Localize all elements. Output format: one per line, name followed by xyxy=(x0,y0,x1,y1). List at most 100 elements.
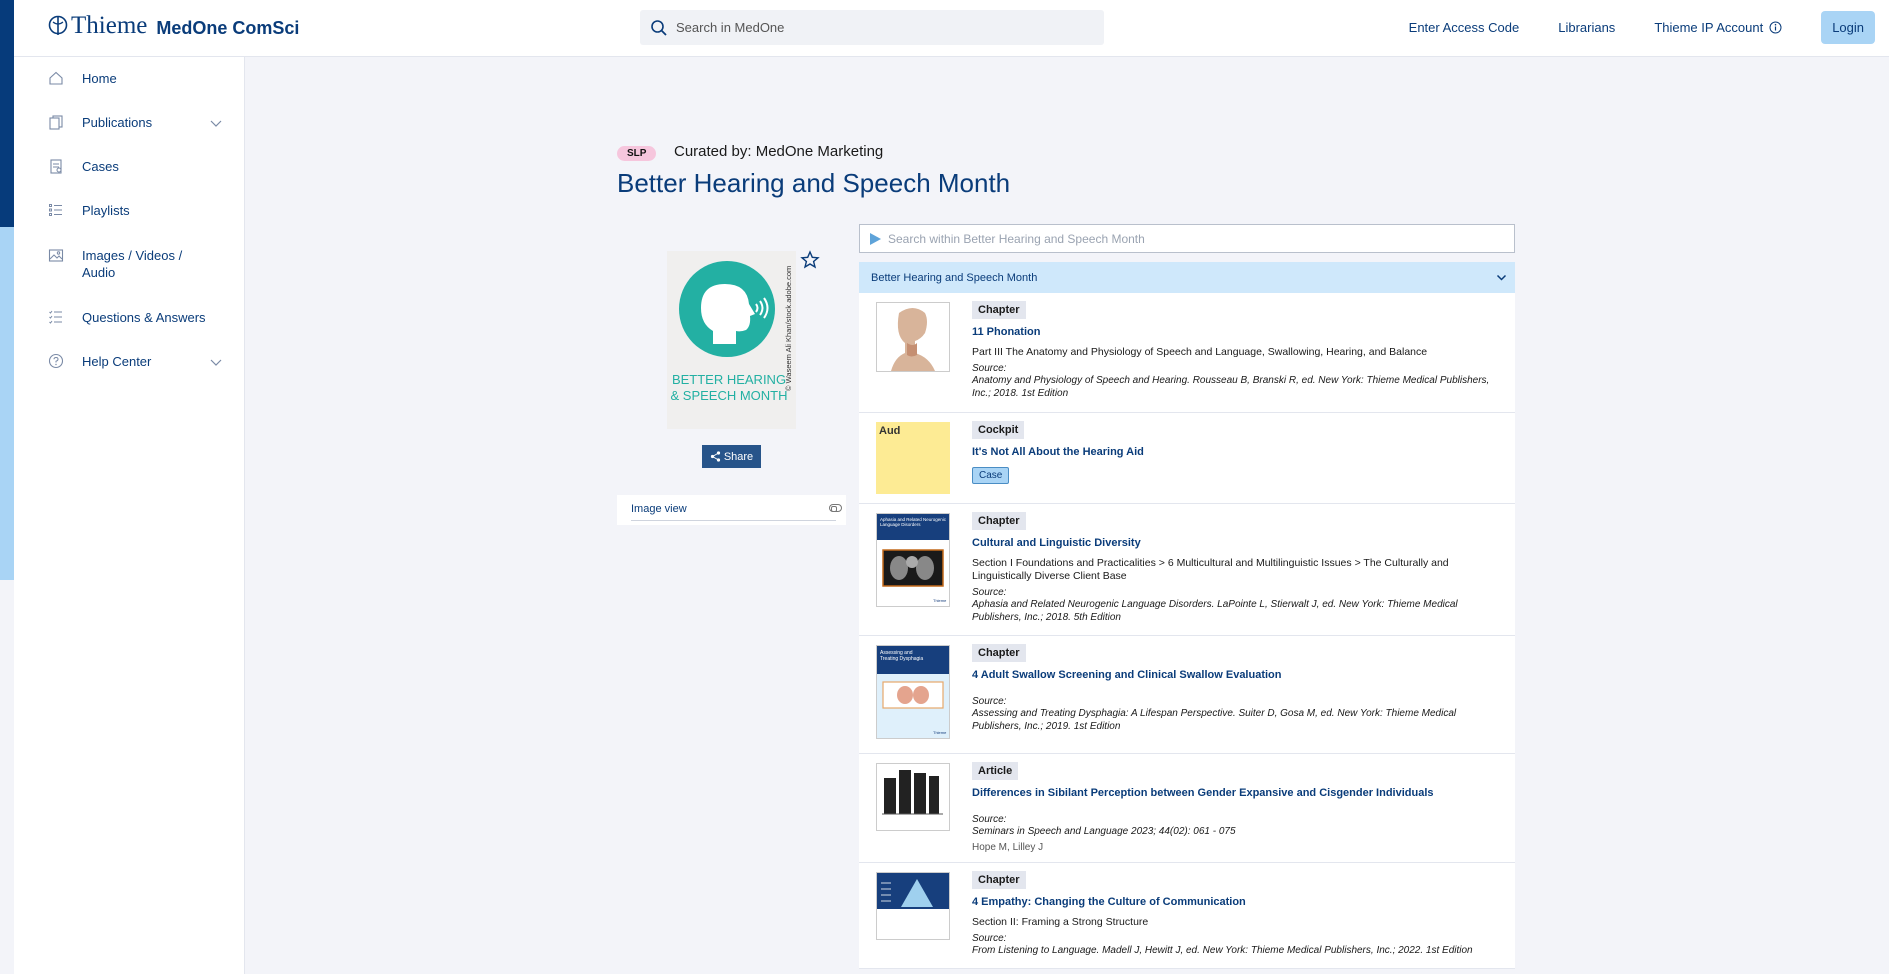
search-input[interactable] xyxy=(676,20,1076,35)
result-path: Section I Foundations and Practicalities… xyxy=(972,557,1449,582)
list-item[interactable]: Chapter 4 Empathy: Changing the Culture … xyxy=(859,863,1515,969)
global-search[interactable] xyxy=(640,10,1104,45)
result-title-link[interactable]: It's Not All About the Hearing Aid xyxy=(972,445,1501,459)
play-search-icon xyxy=(870,232,881,245)
topic-tag: SLP xyxy=(617,146,657,161)
list-item[interactable]: Aphasia and Related Neurogenic Language … xyxy=(859,504,1515,636)
result-title-link[interactable]: 4 Empathy: Changing the Culture of Commu… xyxy=(972,895,1501,909)
result-authors: Hope M, Lilley J xyxy=(972,842,1044,853)
ip-account-label: Thieme IP Account xyxy=(1654,20,1764,35)
sidebar-item-label: Help Center xyxy=(82,354,152,369)
logo-product: MedOne ComSci xyxy=(156,18,300,38)
result-source: Aphasia and Related Neurogenic Language … xyxy=(972,599,1458,623)
image-view-toggle[interactable]: Image view xyxy=(617,495,846,525)
result-thumbnail[interactable] xyxy=(876,763,950,831)
sidebar-item-label: Cases xyxy=(82,159,119,174)
share-icon xyxy=(710,451,720,462)
logo-brand: Thieme xyxy=(71,12,148,39)
svg-text:Language Disorders: Language Disorders xyxy=(880,522,921,527)
sidebar-item-label: Home xyxy=(82,71,117,86)
source-label: Source: xyxy=(972,363,1007,374)
search-icon xyxy=(651,19,667,36)
pyramid-figure-image xyxy=(877,873,949,939)
source-label: Source: xyxy=(972,933,1007,944)
chevron-down-icon[interactable] xyxy=(1496,272,1507,283)
logo[interactable]: Thieme MedOne ComSci xyxy=(48,12,299,40)
result-path: Part III The Anatomy and Physiology of S… xyxy=(972,346,1428,358)
media-icon xyxy=(48,249,64,262)
page-title: Better Hearing and Speech Month xyxy=(617,168,1011,198)
result-title-link[interactable]: 11 Phonation xyxy=(972,325,1501,339)
result-source: Seminars in Speech and Language 2023; 44… xyxy=(972,826,1236,837)
results-list: Chapter 11 Phonation Part III The Anatom… xyxy=(859,293,1515,969)
sidebar-item-publications[interactable]: Publications xyxy=(14,114,245,131)
result-type-badge: Chapter xyxy=(972,301,1026,319)
chevron-down-icon[interactable] xyxy=(209,116,223,130)
result-source: Anatomy and Physiology of Speech and Hea… xyxy=(972,375,1490,399)
favorite-star-icon[interactable] xyxy=(800,250,820,270)
top-header: Thieme MedOne ComSci Enter Access Code L… xyxy=(14,0,1889,57)
book-cover-dysphagia: Assessing and Treating Dysphagia Thieme xyxy=(877,646,949,738)
sidebar-item-label: Publications xyxy=(82,115,153,130)
result-thumbnail[interactable]: Assessing and Treating Dysphagia Thieme xyxy=(876,645,950,739)
sidebar-item-home[interactable]: Home xyxy=(14,70,245,87)
enter-access-code-link[interactable]: Enter Access Code xyxy=(1409,20,1520,35)
case-badge: Case xyxy=(972,467,1010,484)
librarians-link[interactable]: Librarians xyxy=(1558,20,1615,35)
result-title-link[interactable]: Cultural and Linguistic Diversity xyxy=(972,536,1501,550)
result-type-badge: Chapter xyxy=(972,644,1026,662)
ip-account-link[interactable]: Thieme IP Account xyxy=(1654,20,1782,35)
sidebar-item-cases[interactable]: Cases xyxy=(14,158,245,175)
thieme-logo-icon xyxy=(48,15,68,35)
playlist-search[interactable] xyxy=(859,224,1515,253)
book-cover-aphasia: Aphasia and Related Neurogenic Language … xyxy=(877,514,949,606)
list-item[interactable]: Chapter 11 Phonation Part III The Anatom… xyxy=(859,293,1515,413)
share-button[interactable]: Share xyxy=(702,445,761,468)
left-accent-bar-top xyxy=(0,0,14,227)
list-item[interactable]: Assessing and Treating Dysphagia Thieme … xyxy=(859,636,1515,754)
sidebar-item-playlists[interactable]: Playlists xyxy=(14,202,245,219)
share-label: Share xyxy=(723,450,754,463)
result-source: Assessing and Treating Dysphagia: A Life… xyxy=(972,708,1457,732)
info-icon[interactable] xyxy=(1769,21,1782,34)
svg-text:Thieme: Thieme xyxy=(933,730,947,735)
result-type-badge: Cockpit xyxy=(972,421,1025,439)
result-thumbnail[interactable] xyxy=(876,302,950,372)
source-label: Source: xyxy=(972,696,1007,707)
result-source: From Listening to Language. Madell J, He… xyxy=(972,945,1473,956)
sidebar-item-qa[interactable]: Questions & Answers xyxy=(14,309,245,326)
list-item[interactable]: Article Differences in Sibilant Percepti… xyxy=(859,754,1515,863)
list-item[interactable]: Aud Cockpit It's Not All About the Heari… xyxy=(859,413,1515,504)
playlist-search-input[interactable] xyxy=(888,231,1488,246)
login-button[interactable]: Login xyxy=(1821,11,1875,44)
chevron-down-icon[interactable] xyxy=(209,355,223,369)
cover-text-line1: BETTER HEARING xyxy=(672,372,786,387)
sidebar-item-help[interactable]: Help Center xyxy=(14,353,245,370)
svg-text:Thieme: Thieme xyxy=(933,598,947,603)
source-label: Source: xyxy=(972,814,1007,825)
playlist-icon xyxy=(49,204,62,216)
result-type-badge: Article xyxy=(972,762,1019,780)
publications-icon xyxy=(49,115,63,130)
result-thumbnail[interactable] xyxy=(876,872,950,940)
cases-icon xyxy=(50,159,62,174)
source-label: Source: xyxy=(972,587,1007,598)
curated-by: Curated by: MedOne Marketing xyxy=(674,143,884,160)
result-type-badge: Chapter xyxy=(972,871,1026,889)
result-title-link[interactable]: 4 Adult Swallow Screening and Clinical S… xyxy=(972,668,1501,682)
result-thumbnail[interactable]: Aphasia and Related Neurogenic Language … xyxy=(876,513,950,607)
top-nav: Enter Access Code Librarians Thieme IP A… xyxy=(1409,11,1875,44)
playlist-section-header[interactable]: Better Hearing and Speech Month xyxy=(859,262,1515,293)
sidebar-item-label: Images / Videos / Audio xyxy=(82,248,183,280)
result-path: Section II: Framing a Strong Structure xyxy=(972,916,1149,928)
help-icon xyxy=(48,353,64,369)
result-title-link[interactable]: Differences in Sibilant Perception betwe… xyxy=(972,786,1501,800)
head-anatomy-image xyxy=(877,303,949,371)
article-figure-image xyxy=(877,764,949,830)
image-view-label: Image view xyxy=(631,503,687,515)
toggle-switch-icon[interactable] xyxy=(829,504,842,512)
qa-icon xyxy=(49,310,62,324)
cover-artwork: BETTER HEARING & SPEECH MONTH © Waseem A… xyxy=(670,261,793,403)
sidebar-item-media[interactable]: Images / Videos / Audio xyxy=(14,247,245,281)
result-thumbnail[interactable]: Aud xyxy=(876,422,950,494)
